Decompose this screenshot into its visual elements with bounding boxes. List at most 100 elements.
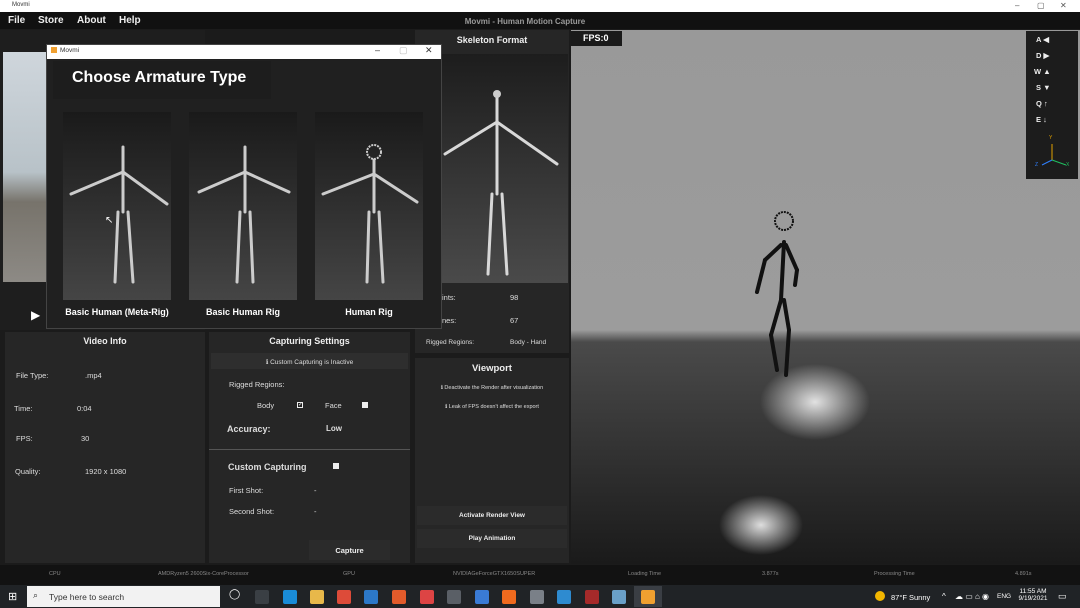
first-shot-label: First Shot:	[229, 486, 264, 495]
mouse-cursor-icon: ↖	[105, 215, 114, 226]
nav-w[interactable]: W ▲	[1034, 67, 1051, 76]
app-icon-blue[interactable]	[475, 590, 489, 604]
close-icon[interactable]: ✕	[1060, 1, 1067, 10]
dialog-close-icon[interactable]: ✕	[425, 45, 433, 56]
file-type-value: .mp4	[85, 371, 102, 380]
minimize-icon[interactable]: –	[1015, 1, 1019, 10]
app-icon-red[interactable]	[585, 590, 599, 604]
dialog-maximize-icon: ▢	[399, 45, 408, 55]
app-icon-light-blue[interactable]	[557, 590, 571, 604]
quality-value: 1920 x 1080	[85, 467, 127, 476]
quality-label: Quality:	[15, 467, 41, 476]
task-view-icon[interactable]: ◯	[229, 589, 240, 600]
joints-value: 98	[510, 293, 519, 302]
file-explorer-icon[interactable]	[310, 590, 324, 604]
viewport-note-1: ℹ Deactivate the Render after visualizat…	[440, 385, 544, 391]
second-shot-value: -	[314, 507, 317, 516]
language-indicator[interactable]: ENG	[997, 593, 1011, 600]
office-icon[interactable]	[392, 590, 406, 604]
app-icon-teal[interactable]	[612, 590, 626, 604]
cpu-value: AMDRyzen5 2600Six-CoreProcessor	[158, 571, 249, 577]
video-thumbnail	[3, 52, 47, 282]
body-checkbox[interactable]: ✓	[297, 402, 303, 408]
face-checkbox[interactable]	[362, 402, 368, 408]
custom-capturing-label: Custom Capturing	[228, 462, 307, 472]
armature-card-meta-rig[interactable]	[63, 112, 171, 300]
windows-start-icon[interactable]: ⊞	[8, 590, 17, 603]
skeleton-preview	[442, 54, 568, 283]
nav-e[interactable]: E ↓	[1036, 115, 1047, 124]
tray-chevron-icon[interactable]: ^	[942, 592, 946, 601]
viewport-panel: Viewport ℹ Deactivate the Render after v…	[415, 358, 569, 563]
fps-counter: FPS:0	[571, 31, 622, 46]
movmi-icon[interactable]	[641, 590, 655, 604]
armature-card-basic-human[interactable]	[189, 112, 297, 300]
armature-label-meta-rig: Basic Human (Meta-Rig)	[65, 307, 169, 317]
app-icon-grey[interactable]	[530, 590, 544, 604]
armature-label-basic-human: Basic Human Rig	[205, 307, 281, 317]
fps-value: 30	[81, 434, 90, 443]
browser-icon[interactable]	[420, 590, 434, 604]
render-viewport[interactable]	[571, 30, 1080, 564]
firefox-icon[interactable]	[502, 590, 516, 604]
capturing-settings-header: Capturing Settings	[269, 336, 350, 346]
widgets-icon[interactable]	[255, 590, 269, 604]
notifications-icon[interactable]: ▭	[1058, 591, 1067, 602]
weather-icon[interactable]	[875, 591, 885, 601]
window-title: Movmi	[12, 2, 30, 8]
window-titlebar: Movmi – ▢ ✕	[0, 0, 1080, 12]
axis-gizmo: Y Z X	[1035, 135, 1070, 168]
custom-capturing-checkbox[interactable]	[333, 463, 339, 469]
nav-s[interactable]: S ▼	[1036, 83, 1051, 92]
dialog-minimize-icon[interactable]: –	[375, 45, 380, 55]
navigation-controls: A ◀ D ▶ W ▲ S ▼ Q ↑ E ↓ Y Z X	[1026, 31, 1078, 179]
rigged-regions-label: Rigged Regions:	[229, 380, 285, 389]
first-shot-value: -	[314, 486, 317, 495]
second-shot-label: Second Shot:	[229, 507, 275, 516]
clock[interactable]: 11:55 AM 9/19/2021	[1016, 588, 1050, 602]
divider	[209, 449, 410, 450]
store-icon[interactable]	[447, 590, 461, 604]
menu-help[interactable]: Help	[119, 15, 141, 26]
nav-q[interactable]: Q ↑	[1036, 99, 1048, 108]
bones-label: nes:	[442, 316, 457, 325]
tray-icons[interactable]: ☁ ▭ ⌂ ◉	[955, 592, 989, 601]
armature-card-human-rig[interactable]	[315, 112, 423, 300]
character-skeleton	[755, 240, 799, 377]
chrome-icon[interactable]	[337, 590, 351, 604]
menu-store[interactable]: Store	[38, 15, 64, 26]
file-type-label: File Type:	[16, 371, 49, 380]
maximize-icon[interactable]: ▢	[1037, 1, 1045, 10]
clock-date: 9/19/2021	[1018, 595, 1048, 602]
capture-button[interactable]: Capture	[309, 540, 390, 560]
accuracy-value[interactable]: Low	[326, 424, 342, 433]
clock-time: 11:55 AM	[1019, 588, 1047, 595]
menu-about[interactable]: About	[77, 15, 106, 26]
gpu-label: GPU	[343, 571, 355, 577]
play-animation-button[interactable]: Play Animation	[417, 529, 567, 548]
menu-file[interactable]: File	[8, 15, 25, 26]
accuracy-label: Accuracy:	[227, 424, 271, 434]
rigged-regions-value: Body - Hand	[510, 339, 547, 346]
cpu-label: CPU	[49, 571, 61, 577]
mail-icon[interactable]	[364, 590, 378, 604]
capturing-settings-panel: Capturing Settings ℹ Custom Capturing is…	[209, 332, 410, 563]
body-label: Body	[257, 401, 275, 410]
time-value: 0:04	[77, 404, 92, 413]
search-icon: ⌕	[33, 590, 39, 600]
nav-d[interactable]: D ▶	[1036, 51, 1049, 60]
joints-label: ints:	[442, 293, 456, 302]
activate-render-button[interactable]: Activate Render View	[417, 506, 567, 525]
choose-armature-dialog: Movmi – ▢ ✕ Choose Armature Type Basic H…	[46, 44, 442, 329]
rigged-regions-label: Rigged Regions:	[426, 339, 475, 346]
viewport-header: Viewport	[472, 363, 512, 374]
video-info-header: Video Info	[83, 336, 127, 346]
edge-icon[interactable]	[283, 590, 297, 604]
taskbar-search-input[interactable]: Type here to search	[27, 586, 220, 607]
video-info-panel: Video Info File Type: .mp4 Time: 0:04 FP…	[5, 332, 205, 563]
nav-a[interactable]: A ◀	[1036, 35, 1049, 44]
weather-text[interactable]: 87°F Sunny	[891, 593, 930, 602]
fps-label: FPS:	[16, 434, 33, 443]
app-title: Movmi - Human Motion Capture	[464, 17, 586, 26]
play-icon[interactable]: ▶	[31, 308, 40, 322]
